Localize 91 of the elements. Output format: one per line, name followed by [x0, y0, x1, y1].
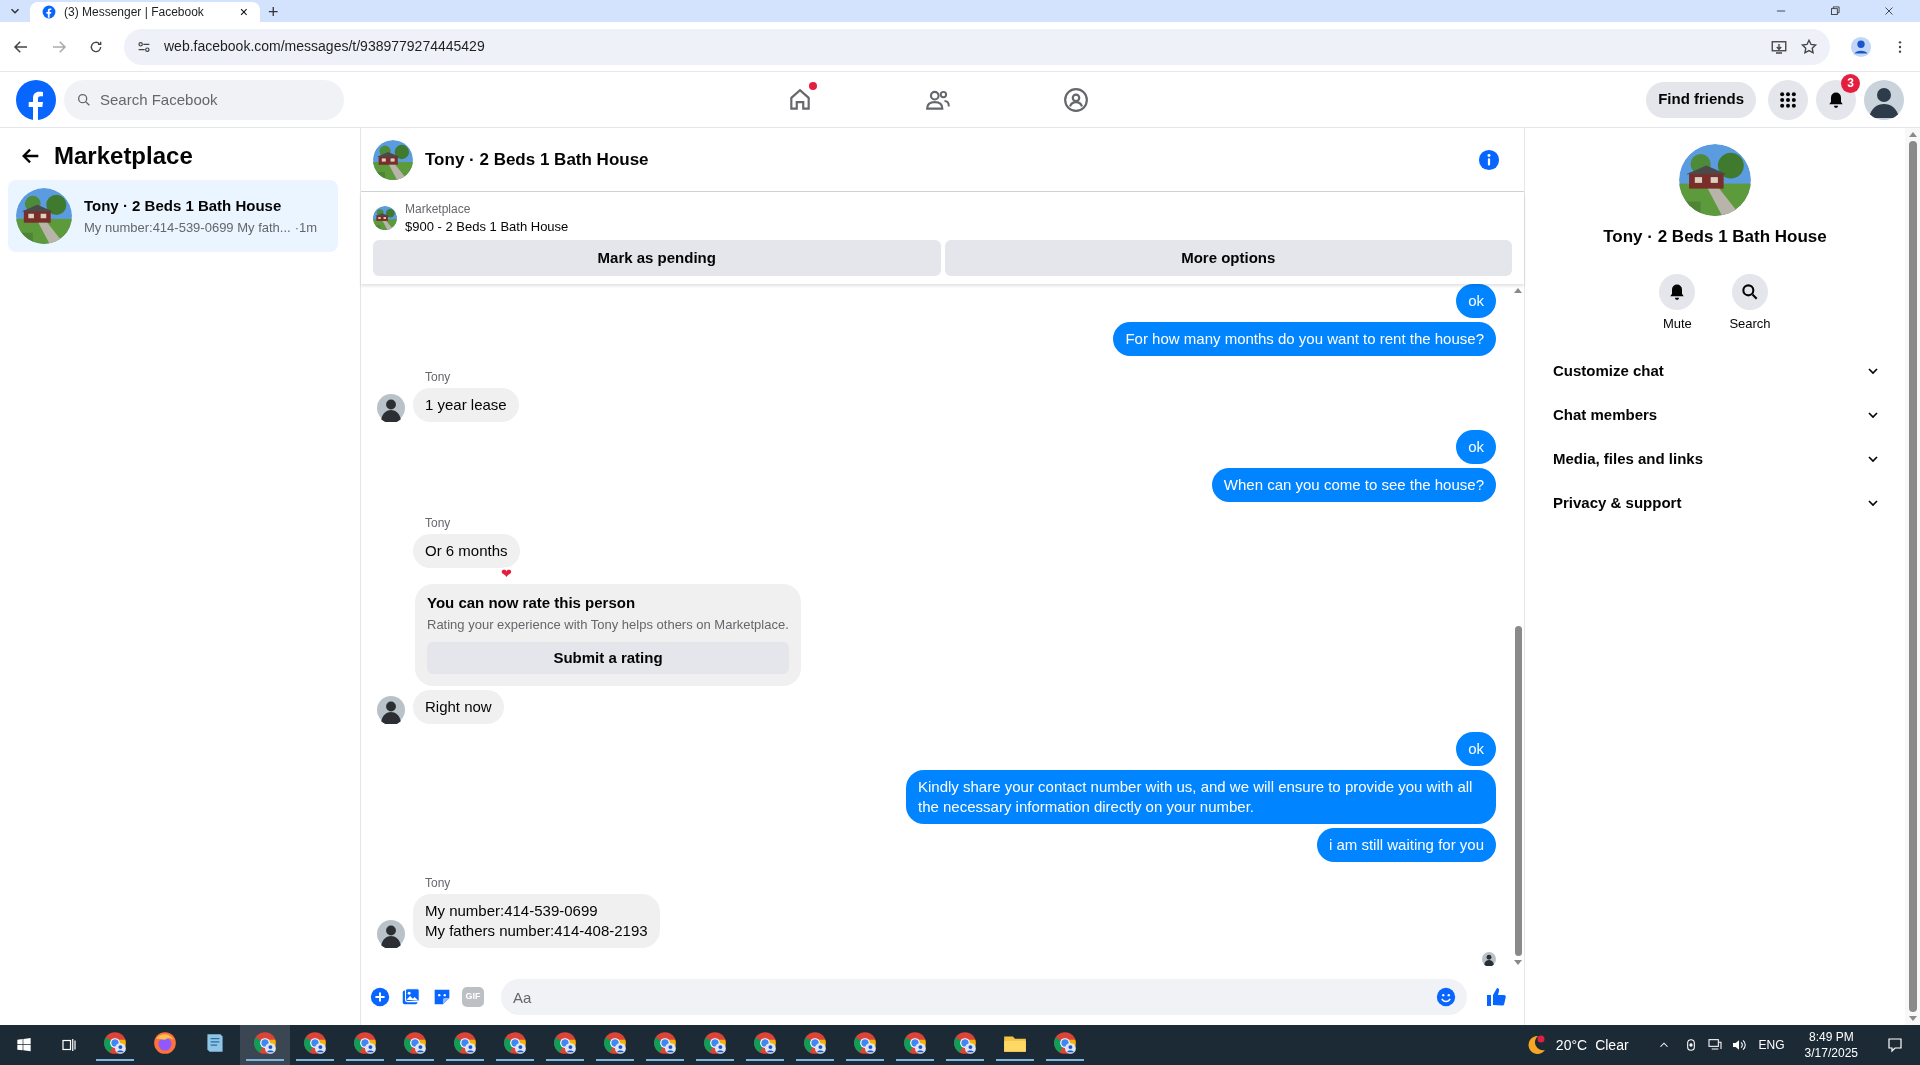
chrome-icon: [252, 1029, 278, 1056]
restore-icon[interactable]: [1828, 4, 1842, 18]
people-circle-icon[interactable]: [1063, 87, 1089, 113]
menu-button[interactable]: [1768, 79, 1808, 120]
message-time: ·1m: [294, 218, 318, 237]
scrollbar-thumb[interactable]: [1908, 141, 1917, 1012]
section-header[interactable]: Chat members: [1541, 393, 1889, 437]
profile-avatar-icon[interactable]: [1864, 79, 1904, 120]
notification-center-icon[interactable]: [1886, 1036, 1904, 1054]
windows-start-icon[interactable]: [16, 1037, 32, 1053]
sent-message: When can you come to see the house?: [1211, 468, 1496, 502]
chrome-icon: [702, 1029, 728, 1056]
find-friends-button[interactable]: Find friends: [1646, 81, 1756, 118]
clock-time[interactable]: 8:49 PM: [1808, 1029, 1854, 1045]
sent-message: Kindly share your contact number with us, and we will ensure to provide you with all the necessary information directly on your number.: [906, 770, 1496, 824]
reaction[interactable]: ❤: [498, 567, 514, 580]
task-view-icon[interactable]: [60, 1036, 78, 1054]
received-message: My number:414-539-0699 My fathers number:414-408-2193: [413, 894, 660, 948]
url-text: web.facebook.com/messages/t/9389779274445429: [164, 37, 486, 56]
sender-name: Tony: [425, 369, 452, 386]
facebook-logo-icon: [42, 5, 56, 19]
search-field[interactable]: Search Facebook: [64, 79, 344, 120]
received-message: Right now: [413, 690, 504, 724]
close-tab-button[interactable]: ×: [239, 5, 248, 19]
chat-title: Tony · 2 Beds 1 Bath House: [425, 148, 650, 171]
chrome-icon: [352, 1029, 378, 1056]
sent-message: ok: [1456, 284, 1496, 318]
action-button[interactable]: Mark as pending: [373, 240, 941, 276]
chrome-icon: [902, 1029, 928, 1056]
chrome-icon: [452, 1029, 478, 1056]
sender-name: Tony: [425, 515, 452, 532]
emoji-icon[interactable]: [1435, 986, 1457, 1008]
received-message: Or 6 months: [413, 534, 520, 568]
new-tab-button[interactable]: +: [268, 3, 279, 21]
card-text: Rating your experience with Tony helps others on Marketplace.: [427, 615, 789, 634]
chrome-icon: [102, 1029, 128, 1056]
conversation-item[interactable]: Tony · 2 Beds 1 Bath House My number:414-539-0699 My fath... ·1m: [8, 180, 338, 252]
message-preview: My number:414-539-0699 My fath...: [84, 218, 291, 237]
contact-name: Tony · 2 Beds 1 Bath House: [1603, 226, 1827, 248]
thumbs-up-icon[interactable]: [1484, 985, 1508, 1009]
firefox-icon: [152, 1029, 178, 1056]
notifications-button[interactable]: [1816, 79, 1856, 120]
chrome-icon: [552, 1029, 578, 1056]
sent-message: ok: [1456, 732, 1496, 766]
sent-message: i am still waiting for you: [1316, 828, 1496, 862]
speaker-icon[interactable]: [1730, 1037, 1747, 1053]
received-message: 1 year lease: [413, 388, 519, 422]
action-button[interactable]: More options: [944, 240, 1512, 276]
sidebar-title: Marketplace: [54, 141, 193, 171]
listing-title[interactable]: $900 - 2 Beds 1 Bath House: [405, 218, 569, 236]
address-bar[interactable]: web.facebook.com/messages/t/9389779274445429: [124, 28, 1830, 65]
conversation-name: Tony · 2 Beds 1 Bath House: [84, 196, 283, 216]
notification-badge: 3: [1841, 73, 1860, 93]
section-header[interactable]: Privacy & support: [1541, 481, 1889, 525]
profile-icon[interactable]: [1850, 35, 1872, 58]
chrome-icon: [1052, 1029, 1078, 1056]
plus-icon[interactable]: [369, 986, 391, 1008]
weather-condition: Clear: [1595, 1035, 1629, 1055]
chrome-icon: [752, 1029, 778, 1056]
tab-title: (3) Messenger | Facebook: [64, 4, 205, 21]
chrome-icon: [852, 1029, 878, 1056]
message-field[interactable]: Aa: [501, 979, 1467, 1015]
network-icon[interactable]: [1706, 1037, 1723, 1053]
search-icon: [1740, 281, 1760, 302]
listing-label: Marketplace: [405, 201, 472, 218]
chrome-icon: [802, 1029, 828, 1056]
facebook-logo-icon[interactable]: [16, 79, 56, 120]
chrome-icon: [652, 1029, 678, 1056]
info-icon[interactable]: [1478, 148, 1500, 171]
bookmark-star-icon[interactable]: [1800, 37, 1818, 56]
sender-name: Tony: [425, 875, 452, 892]
browser-tab[interactable]: (3) Messenger | Facebook ×: [30, 2, 260, 22]
chrome-icon: [952, 1029, 978, 1056]
chrome-icon: [502, 1029, 528, 1056]
clock-date[interactable]: 3/17/2025: [1804, 1045, 1858, 1061]
submit-rating-button[interactable]: Submit a rating: [427, 642, 789, 674]
section-header[interactable]: Customize chat: [1541, 349, 1889, 393]
scrollbar-thumb[interactable]: [1514, 626, 1522, 956]
home-icon[interactable]: [787, 87, 813, 113]
language-indicator[interactable]: ENG: [1758, 1036, 1785, 1054]
temperature: 20°C: [1555, 1035, 1588, 1055]
taskbar-app[interactable]: [240, 1025, 290, 1065]
chrome-icon: [302, 1029, 328, 1056]
section-header[interactable]: Media, files and links: [1541, 437, 1889, 481]
chrome-icon: [602, 1029, 628, 1056]
sent-message: ok: [1456, 430, 1496, 464]
chrome-icon: [402, 1029, 428, 1056]
menu-icon: [1778, 89, 1798, 110]
card-title: You can now rate this person: [427, 593, 637, 613]
sent-message: For how many months do you want to rent the house?: [1113, 322, 1496, 356]
search-icon: [76, 91, 92, 108]
